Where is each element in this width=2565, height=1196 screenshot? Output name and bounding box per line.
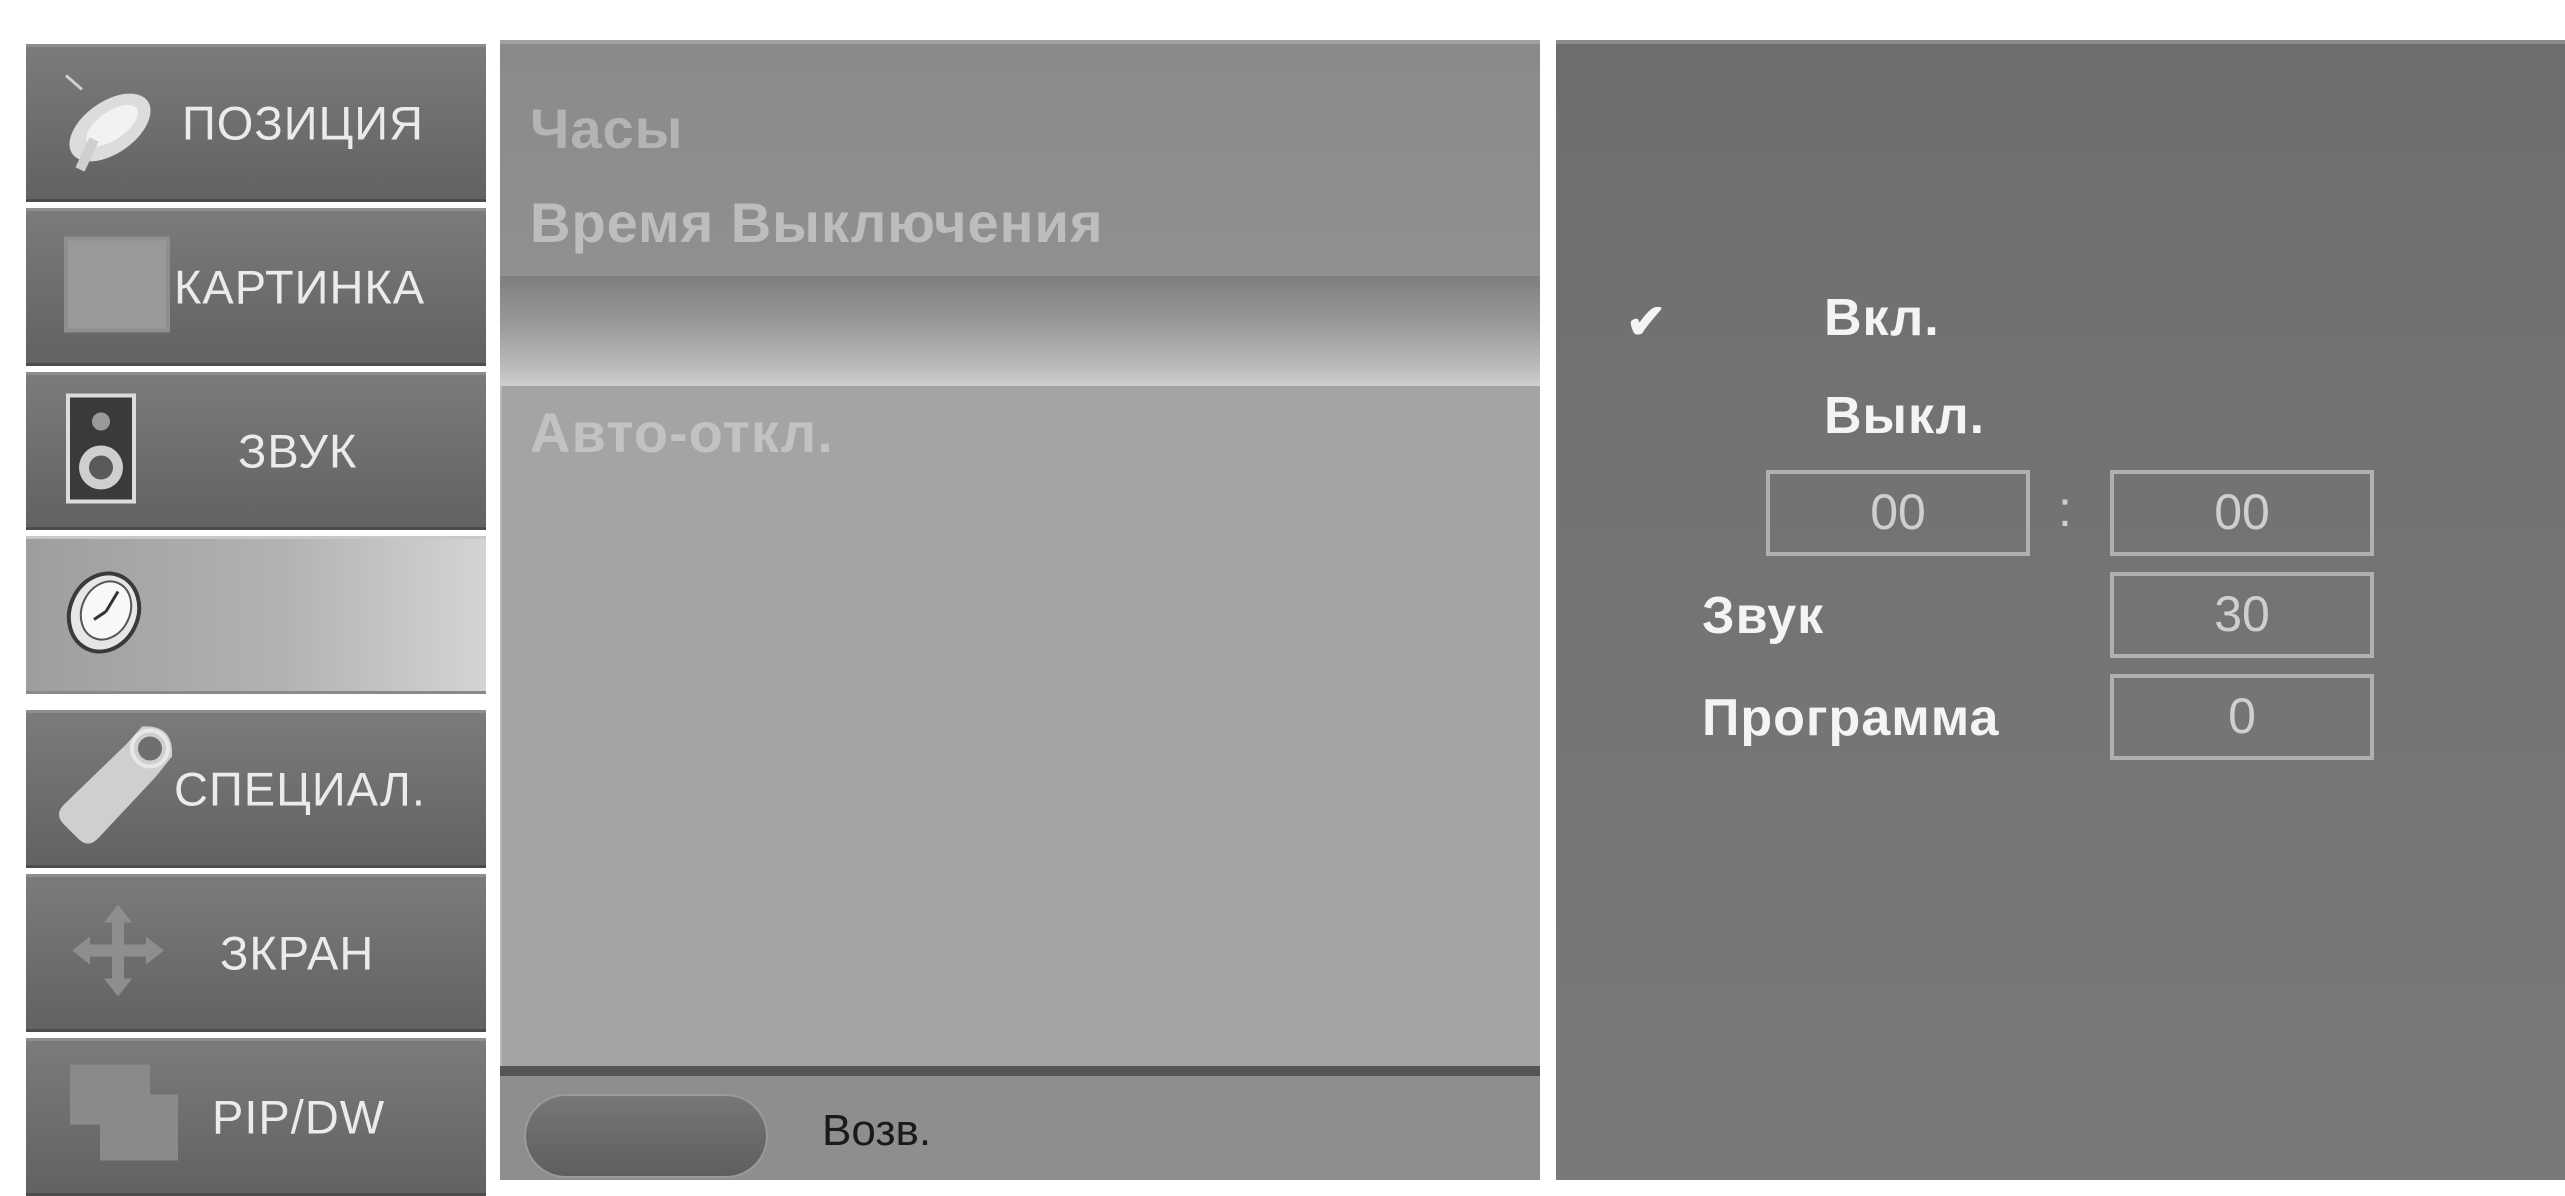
picture-square-icon	[64, 236, 170, 338]
submenu-item-auto-off[interactable]: Авто-откл.	[530, 400, 834, 465]
submenu-main-section	[500, 386, 1540, 1070]
minutes-field[interactable]: 00	[2110, 470, 2374, 556]
tag-icon	[46, 717, 186, 862]
menu-item-sound[interactable]: ЗВУК	[26, 372, 486, 530]
hours-field[interactable]: 00	[1766, 470, 2030, 556]
menu-item-label: ЗВУК	[238, 424, 358, 478]
satellite-dish-icon	[52, 66, 162, 181]
menu-item-position[interactable]: ПОЗИЦИЯ	[26, 44, 486, 202]
option-on[interactable]: Вкл.	[1824, 288, 1940, 348]
menu-item-label: ПОЗИЦИЯ	[182, 96, 424, 150]
menu-item-screen[interactable]: ЗКРАН	[26, 874, 486, 1032]
menu-item-label: ЗКРАН	[220, 926, 375, 980]
footer-divider	[500, 1066, 1540, 1076]
submenu-item-clock[interactable]: Часы	[530, 96, 683, 161]
menu-item-label: PIP/DW	[212, 1090, 386, 1144]
move-arrows-icon	[68, 901, 168, 1006]
program-label: Программа	[1702, 689, 2000, 747]
submenu-divider	[500, 276, 1540, 386]
category-menu: ПОЗИЦИЯ КАРТИНКА ЗВУК СПЕЦИАЛ. ЗКРАН PIP…	[26, 44, 486, 1196]
option-off[interactable]: Выкл.	[1824, 386, 1985, 446]
time-separator: :	[2058, 481, 2072, 537]
back-button[interactable]	[524, 1094, 768, 1178]
tv-osd-screen: ПОЗИЦИЯ КАРТИНКА ЗВУК СПЕЦИАЛ. ЗКРАН PIP…	[0, 0, 2565, 1196]
menu-item-label: СПЕЦИАЛ.	[174, 762, 426, 816]
submenu-item-off-time[interactable]: Время Выключения	[530, 190, 1104, 255]
pip-windows-icon	[70, 1064, 180, 1170]
menu-item-picture[interactable]: КАРТИНКА	[26, 208, 486, 366]
check-mark-icon: ✔	[1626, 296, 1667, 349]
clock-icon	[62, 568, 146, 663]
volume-field[interactable]: 30	[2110, 572, 2374, 658]
menu-item-label: КАРТИНКА	[174, 260, 426, 314]
menu-item-pip[interactable]: PIP/DW	[26, 1038, 486, 1196]
program-field[interactable]: 0	[2110, 674, 2374, 760]
speaker-icon	[66, 393, 136, 509]
back-label: Возв.	[822, 1106, 932, 1155]
volume-label: Звук	[1702, 587, 1825, 645]
menu-item-special[interactable]: СПЕЦИАЛ.	[26, 710, 486, 868]
menu-item-time[interactable]	[26, 536, 486, 694]
